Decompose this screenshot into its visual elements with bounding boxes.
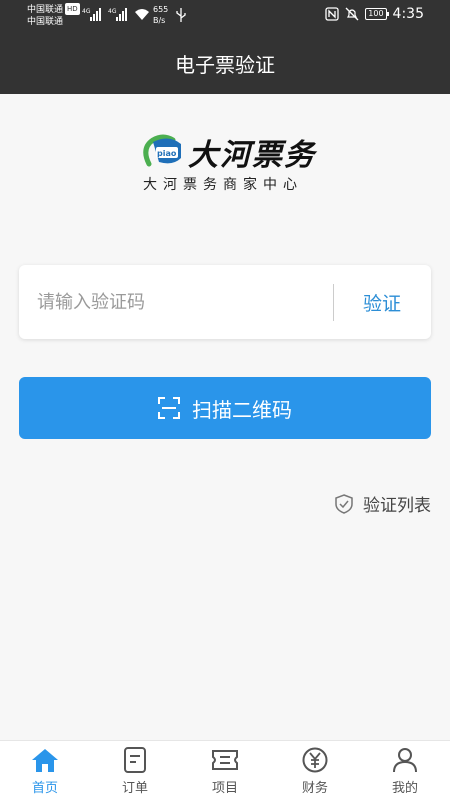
tab-home[interactable]: 首页 (0, 741, 90, 800)
app-header: 电子票验证 (0, 32, 450, 94)
wifi-icon (135, 9, 149, 20)
brand-logo: piao 大河票务 大河票务商家中心 (0, 128, 450, 198)
order-icon (124, 747, 146, 773)
verify-code-input[interactable] (37, 279, 327, 325)
signal-4g-icon: 4G (108, 8, 127, 21)
status-right: 100 4:35 (325, 6, 424, 22)
tab-finance[interactable]: 财务 (270, 741, 360, 800)
scan-qr-label: 扫描二维码 (192, 397, 292, 422)
brand-subtitle: 大河票务商家中心 (143, 177, 303, 193)
shield-check-icon (335, 493, 353, 514)
logo-mark-icon: piao (143, 134, 181, 167)
signal-icons: 4G 4G (82, 7, 150, 21)
status-bar: 中国联通 HD 中国联通 4G 4G 655 B/s 100 4:35 (0, 0, 450, 32)
logo-mark-text: piao (157, 149, 177, 158)
user-icon (393, 748, 417, 773)
verify-list-link[interactable]: 验证列表 (335, 491, 431, 516)
carrier1-label: 中国联通 (27, 5, 64, 15)
tab-label: 首页 (31, 781, 58, 796)
scan-qr-button[interactable]: 扫描二维码 (19, 377, 431, 439)
ticket-icon (212, 750, 238, 770)
brand-name: 大河票务 (188, 138, 316, 173)
hd-badge: HD (65, 3, 80, 15)
svg-text:4G: 4G (108, 8, 117, 15)
divider (333, 284, 334, 321)
tab-label: 我的 (391, 781, 418, 796)
mute-icon (345, 7, 359, 21)
carrier2-label: 中国联通 (27, 17, 64, 27)
nfc-icon (325, 7, 339, 21)
network-speed: 655 B/s (153, 5, 169, 25)
clock: 4:35 (392, 6, 424, 22)
svg-text:4G: 4G (82, 8, 91, 15)
scan-icon (158, 397, 180, 419)
battery-icon: 100 (365, 8, 389, 20)
verify-button[interactable]: 验证 (347, 284, 417, 321)
tab-orders[interactable]: 订单 (90, 741, 180, 800)
carrier-info: 中国联通 HD 中国联通 (27, 3, 80, 28)
tab-projects[interactable]: 项目 (180, 741, 270, 800)
verify-list-label: 验证列表 (363, 496, 431, 516)
tab-label: 项目 (211, 781, 238, 796)
page-title: 电子票验证 (175, 52, 275, 77)
verify-card: 验证 (19, 265, 431, 339)
tab-label: 订单 (121, 781, 148, 796)
usb-icon (176, 8, 186, 22)
yen-icon (302, 747, 328, 773)
bottom-tab-bar: 首页 订单 项目 财务 我的 (0, 740, 450, 800)
tab-mine[interactable]: 我的 (360, 741, 450, 800)
signal-4g-icon: 4G (82, 8, 101, 21)
tab-label: 财务 (301, 781, 328, 796)
home-icon (32, 749, 58, 772)
